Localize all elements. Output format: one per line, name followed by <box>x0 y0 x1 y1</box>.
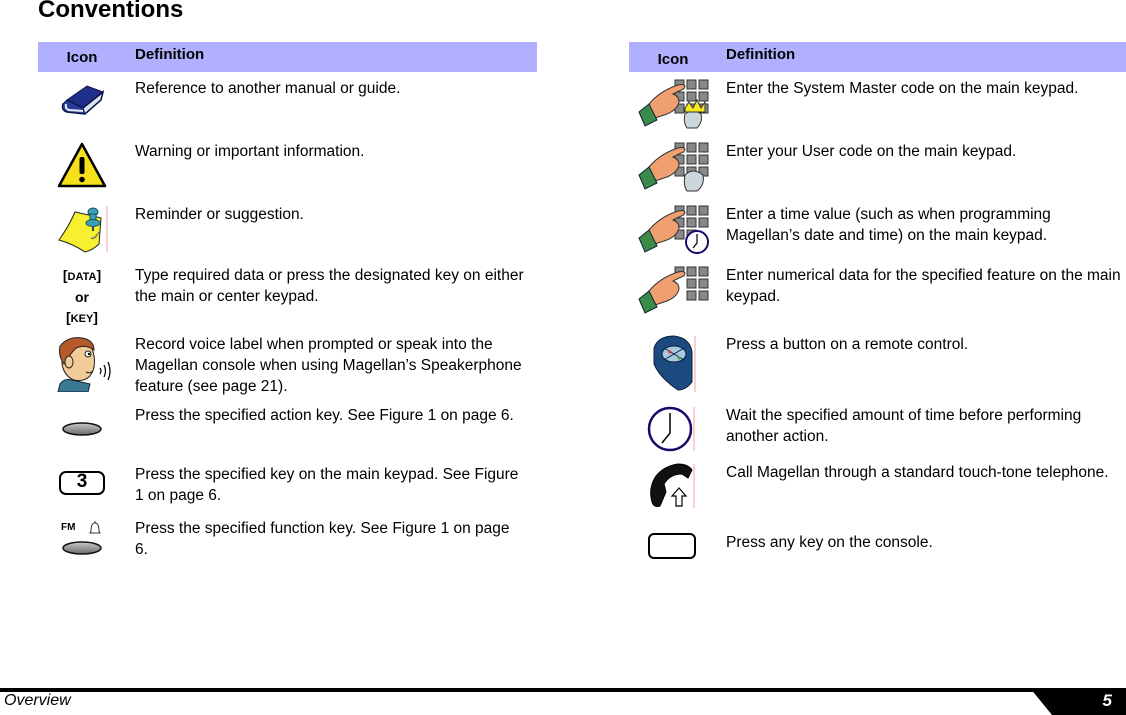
table-row: Enter your User code on the main keypad. <box>629 141 1126 193</box>
definition-text: Enter the System Master code on the main… <box>726 80 1079 97</box>
page-title: Conventions <box>38 0 184 23</box>
definition-text: Enter numerical data for the specified f… <box>726 267 1121 305</box>
table-row: [DATA] or [KEY] Type required data or pr… <box>38 265 537 329</box>
page-number: 5 <box>1102 691 1112 710</box>
definition-text: Press a button on a remote control. <box>726 336 969 353</box>
table-row: Reference to another manual or guide. <box>38 78 537 118</box>
action-key-icon <box>38 405 126 437</box>
definition-text: Wait the specified amount of time before… <box>726 407 1082 445</box>
pinned-note-icon <box>38 204 126 254</box>
function-key-label: FM <box>61 522 76 533</box>
header-definition: Definition <box>726 45 796 63</box>
definition-text: Press any key on the console. <box>726 534 933 551</box>
data-key-label: [DATA] or [KEY] <box>62 267 102 325</box>
warning-icon <box>38 141 126 189</box>
table-row: 3 Press the specified key on the main ke… <box>38 464 537 506</box>
definition-text: Record voice label when prompted or spea… <box>135 336 522 395</box>
table-row: Reminder or suggestion. <box>38 204 537 254</box>
keypad-master-icon <box>629 78 717 130</box>
clock-icon <box>629 405 717 453</box>
header-icon: Icon <box>657 50 689 68</box>
definition-text: Reminder or suggestion. <box>135 206 304 223</box>
header-definition: Definition <box>135 45 205 63</box>
footer-section: Overview <box>4 692 71 709</box>
table-header: Icon Definition <box>629 42 1126 72</box>
table-row: Press a button on a remote control. <box>629 334 1126 394</box>
bell-icon <box>89 521 101 534</box>
table-row: Press the specified action key. See Figu… <box>38 405 537 437</box>
any-key-icon <box>629 532 717 560</box>
remote-control-icon <box>629 334 717 394</box>
table-row: Enter the System Master code on the main… <box>629 78 1126 130</box>
speaking-person-icon <box>38 334 126 397</box>
function-key-icon: FM <box>38 518 126 560</box>
conventions-table-right: Icon Definition Enter the System Master … <box>629 42 1126 559</box>
book-icon <box>38 78 126 118</box>
definition-text: Reference to another manual or guide. <box>135 80 401 97</box>
table-header: Icon Definition <box>38 42 537 72</box>
number-key-icon: 3 <box>38 464 126 506</box>
definition-text: Warning or important information. <box>135 143 365 160</box>
header-icon: Icon <box>66 48 98 66</box>
keypad-time-icon <box>629 204 717 256</box>
table-row: Wait the specified amount of time before… <box>629 405 1126 453</box>
table-row: Record voice label when prompted or spea… <box>38 334 537 397</box>
definition-text: Enter a time value (such as when program… <box>726 206 1051 244</box>
definition-text: Enter your User code on the main keypad. <box>726 143 1017 160</box>
table-row: Enter a time value (such as when program… <box>629 204 1126 256</box>
table-row: FM Press the specified function key. See… <box>38 518 537 560</box>
table-row: Press any key on the console. <box>629 532 1126 560</box>
definition-text: Type required data or press the designat… <box>135 267 524 305</box>
definition-text: Press the specified key on the main keyp… <box>135 466 519 504</box>
keypad-icon <box>629 265 717 317</box>
definition-text: Call Magellan through a standard touch-t… <box>726 464 1109 481</box>
telephone-icon <box>629 462 717 510</box>
table-row: Enter numerical data for the specified f… <box>629 265 1126 317</box>
table-row: Call Magellan through a standard touch-t… <box>629 462 1126 510</box>
footer-rule <box>0 688 1126 692</box>
conventions-table-left: Icon Definition Reference to another man… <box>38 42 537 558</box>
keypad-user-icon <box>629 141 717 193</box>
key-digit: 3 <box>76 471 88 492</box>
table-row: Warning or important information. <box>38 141 537 189</box>
definition-text: Press the specified function key. See Fi… <box>135 520 510 558</box>
definition-text: Press the specified action key. See Figu… <box>135 407 514 424</box>
